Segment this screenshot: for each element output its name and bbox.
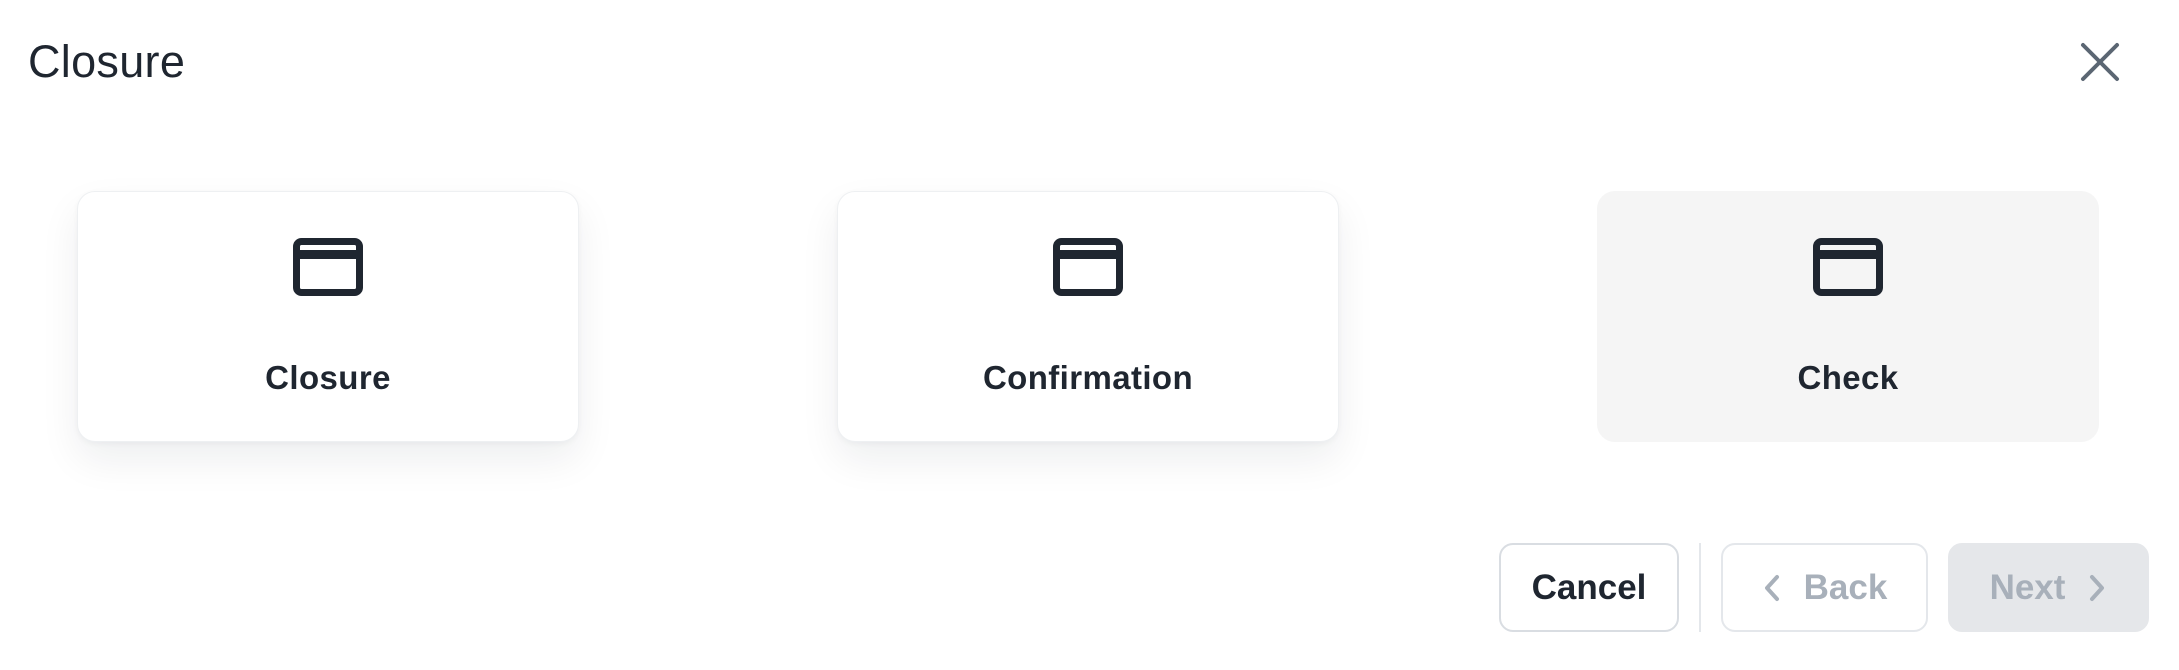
option-card-label: Closure — [265, 359, 391, 396]
next-button-label: Next — [1989, 567, 2066, 607]
back-button[interactable]: Back — [1721, 543, 1928, 632]
next-button[interactable]: Next — [1948, 543, 2149, 632]
option-card-label: Check — [1797, 359, 1899, 396]
option-card-closure[interactable]: Closure — [77, 191, 579, 442]
chevron-right-icon — [2087, 573, 2107, 603]
option-card-label: Confirmation — [982, 359, 1194, 396]
dialog-title: Closure — [28, 36, 186, 87]
credit-card-icon — [1053, 238, 1123, 296]
credit-card-icon — [293, 238, 363, 296]
option-card-confirmation[interactable]: Confirmation — [837, 191, 1339, 442]
closure-dialog: Closure Closure Confirmation Check Cance… — [0, 0, 2179, 670]
close-icon — [2081, 43, 2119, 81]
cancel-button-label: Cancel — [1531, 567, 1647, 607]
back-button-label: Back — [1803, 567, 1888, 607]
cancel-button[interactable]: Cancel — [1499, 543, 1679, 632]
option-card-check[interactable]: Check — [1597, 191, 2099, 442]
footer-divider — [1699, 543, 1701, 632]
close-button[interactable] — [2072, 34, 2128, 90]
chevron-left-icon — [1762, 573, 1782, 603]
credit-card-icon — [1813, 238, 1883, 296]
